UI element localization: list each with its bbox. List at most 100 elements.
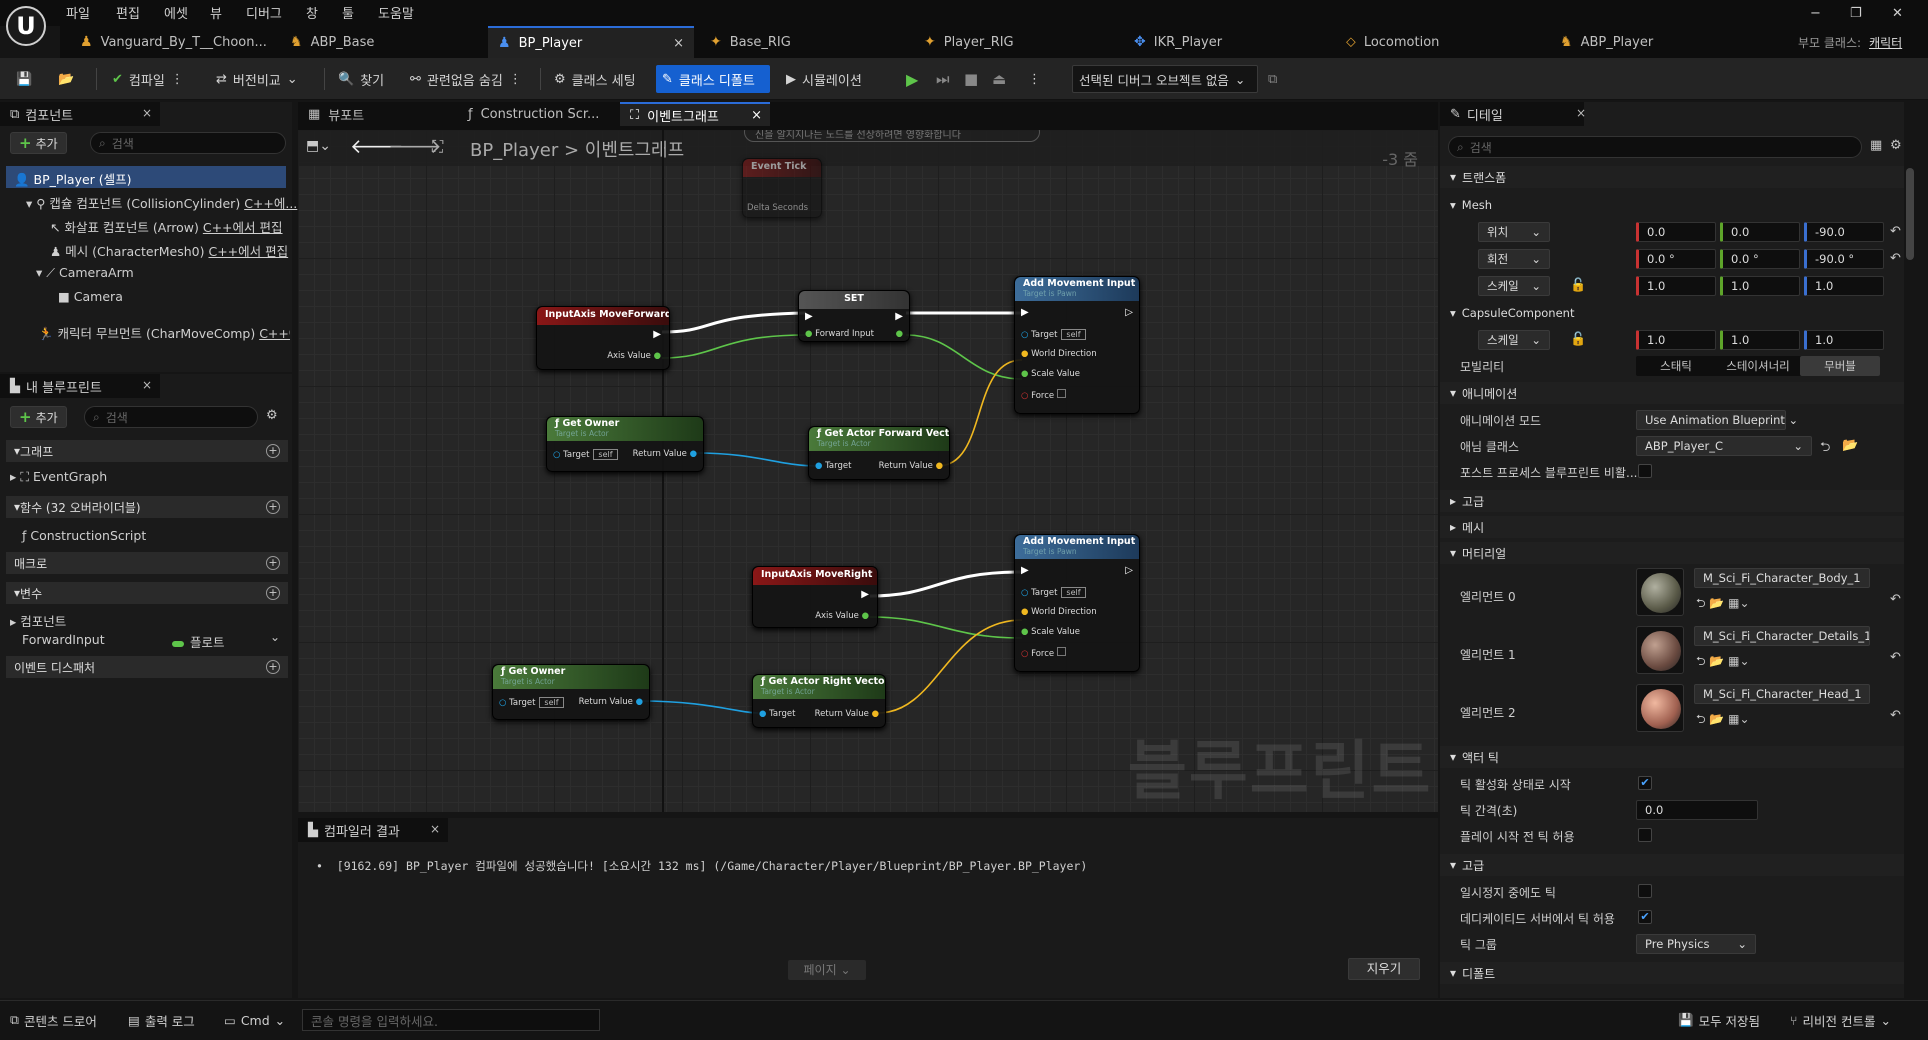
save-all-button[interactable]: 💾 모두 저장됨 xyxy=(1678,1009,1760,1031)
node-get-owner-2[interactable]: ƒ Get Owner Target is Actor ○ Target self … xyxy=(492,664,650,720)
eject-icon[interactable]: ⏏ xyxy=(986,65,1012,93)
close-icon[interactable]: × xyxy=(751,108,762,123)
tab-construction-script[interactable]: ƒ Construction Scr... xyxy=(458,102,618,126)
tick-group-dropdown[interactable]: Pre Physics ⌄ xyxy=(1636,934,1756,954)
add-dispatcher-icon[interactable]: + xyxy=(266,660,280,674)
use-selected-icon[interactable]: ⮌ xyxy=(1820,438,1830,460)
functions-section[interactable]: ▾ 함수 (32 오버라이더블) xyxy=(6,496,288,518)
close-icon[interactable]: × xyxy=(142,106,152,120)
exec-in-pin[interactable]: ▶ xyxy=(1021,307,1029,318)
add-function-icon[interactable]: + xyxy=(266,500,280,514)
mesh-subsection[interactable]: ▾ Mesh xyxy=(1440,194,1904,216)
variable-forward-input[interactable]: ForwardInput xyxy=(22,632,105,647)
lock-icon[interactable]: 🔓 xyxy=(1570,332,1586,347)
details-scrollbar[interactable] xyxy=(1906,168,1914,260)
hide-unrelated-button[interactable]: ⚯ 관련없음 숨김 ⋮ xyxy=(404,65,528,93)
reset-icon[interactable]: ↶ xyxy=(1890,251,1901,266)
pin-return-value[interactable]: Return Value ● xyxy=(815,709,879,719)
anim-class-dropdown[interactable]: ABP_Player_C ⌄ xyxy=(1636,436,1812,456)
variable-type[interactable]: 플로트 xyxy=(172,632,225,651)
tick-paused-checkbox[interactable] xyxy=(1638,884,1652,898)
gear-icon[interactable]: ⚙ xyxy=(266,408,278,423)
pin-target[interactable]: ● Target xyxy=(815,461,851,471)
pin-target[interactable]: ● Target xyxy=(759,709,795,719)
pin-return-value[interactable]: Return Value ● xyxy=(879,461,943,471)
rotation-y[interactable]: 0.0 ° xyxy=(1720,249,1800,269)
component-camera[interactable]: ■ Camera xyxy=(58,289,123,304)
menu-window[interactable]: 창 xyxy=(306,3,318,22)
mobility-stationary[interactable]: 스테이셔너리 xyxy=(1716,356,1800,376)
node-add-movement-input-2[interactable]: Add Movement Input Target is Pawn ▶ ▷ ○ T… xyxy=(1014,534,1140,672)
exec-in-pin[interactable]: ▶ xyxy=(1021,565,1029,576)
pin-axis-value[interactable]: Axis Value ● xyxy=(607,351,661,361)
component-char-movement[interactable]: 🏃 캐릭터 무브먼트 (CharMoveComp) C++에 xyxy=(38,323,290,342)
menu-edit[interactable]: 편집 xyxy=(116,3,140,22)
reset-icon[interactable]: ↶ xyxy=(1890,708,1901,723)
component-capsule[interactable]: ▾ ⚲ 캡슐 컴포넌트 (CollisionCylinder) C++에... xyxy=(26,193,297,212)
debug-object-select[interactable]: 선택된 디버그 오브젝트 없음 ⌄ xyxy=(1072,65,1258,93)
reset-icon[interactable]: ↶ xyxy=(1890,650,1901,665)
chevron-down-icon[interactable]: ⌄ xyxy=(270,630,280,644)
capsule-scale-x[interactable]: 1.0 xyxy=(1636,330,1716,350)
component-camera-arm[interactable]: ▾ ⟋ CameraArm xyxy=(36,265,134,281)
component-self[interactable]: 👤 BP_Player (셀프) xyxy=(14,169,132,188)
restore-button[interactable]: ❐ xyxy=(1850,6,1862,21)
actor-tick-section[interactable]: ▾ 액터 틱 xyxy=(1440,746,1904,768)
save-icon[interactable]: 💾 xyxy=(10,65,38,93)
pin-target[interactable]: ○ Target self xyxy=(499,697,564,708)
menu-file[interactable]: 파일 xyxy=(66,3,90,22)
element-0-dropdown[interactable]: M_Sci_Fi_Character_Body_1 xyxy=(1694,568,1870,588)
element-1-dropdown[interactable]: M_Sci_Fi_Character_Details_1 xyxy=(1694,626,1870,646)
exec-out-pin[interactable]: ▶ xyxy=(895,311,903,322)
play-icon[interactable]: ▶ xyxy=(900,65,924,93)
material-thumbnail-1[interactable] xyxy=(1636,626,1684,674)
construction-script-item[interactable]: ƒ ConstructionScript xyxy=(22,528,146,543)
exec-out-pin[interactable]: ▷ xyxy=(1125,565,1133,576)
scale-y[interactable]: 1.0 xyxy=(1720,276,1800,296)
node-get-actor-right-vector[interactable]: ƒ Get Actor Right Vector Target is Actor … xyxy=(752,674,886,728)
clear-button[interactable]: 지우기 xyxy=(1348,958,1420,980)
revision-control-button[interactable]: ⑂ 리비전 컨트롤 ⌄ xyxy=(1790,1009,1891,1031)
advanced-tick-section[interactable]: ▾ 고급 xyxy=(1440,854,1904,876)
node-get-owner-1[interactable]: ƒ Get Owner Target is Actor ○ Target self … xyxy=(546,416,704,472)
force-checkbox[interactable] xyxy=(1056,389,1066,398)
exec-out-pin[interactable]: ▶ xyxy=(653,329,661,340)
node-event-tick[interactable]: Event Tick Delta Seconds xyxy=(742,158,822,218)
menu-debug[interactable]: 디버그 xyxy=(246,3,282,22)
pin-target[interactable]: ○ Target self xyxy=(1021,587,1086,598)
play-options-icon[interactable]: ⋮ xyxy=(1022,65,1047,93)
mobility-static[interactable]: 스태틱 xyxy=(1636,356,1716,376)
simulation-button[interactable]: ▶ 시뮬레이션 xyxy=(780,65,868,93)
pin-scale-value[interactable]: ● Scale Value xyxy=(1021,627,1080,637)
post-process-checkbox[interactable] xyxy=(1638,464,1652,478)
content-drawer-button[interactable]: ⧉ 콘텐츠 드로어 xyxy=(10,1009,97,1031)
location-y[interactable]: 0.0 xyxy=(1720,222,1800,242)
my-blueprint-tab[interactable]: ▙ 내 블루프린트 xyxy=(0,374,160,398)
parent-class-link[interactable]: 캐릭터 xyxy=(1869,34,1902,51)
stop-icon[interactable]: ■ xyxy=(958,65,984,93)
start-tick-checkbox[interactable]: ✔ xyxy=(1638,776,1652,790)
transform-section[interactable]: ▾ 트랜스폼 xyxy=(1440,166,1904,188)
material-thumbnail-2[interactable] xyxy=(1636,684,1684,732)
debug-browse-icon[interactable]: ⧉ xyxy=(1262,65,1283,93)
gear-icon[interactable]: ⚙ xyxy=(1890,138,1902,153)
close-window-button[interactable]: ✕ xyxy=(1892,6,1903,21)
pin-forward-input[interactable]: ● Forward Input xyxy=(805,329,874,339)
components-category[interactable]: ▸ 컴포넌트 xyxy=(10,611,66,630)
close-icon[interactable]: × xyxy=(430,822,440,836)
event-dispatchers-section[interactable]: 이벤트 디스패처 xyxy=(6,656,288,678)
add-graph-icon[interactable]: + xyxy=(266,444,280,458)
cmd-dropdown[interactable]: ▭ Cmd ⌄ xyxy=(224,1009,285,1031)
element-2-dropdown[interactable]: M_Sci_Fi_Character_Head_1 xyxy=(1694,684,1870,704)
exec-out-pin[interactable]: ▷ xyxy=(1125,307,1133,318)
node-input-axis-move-forward[interactable]: InputAxis MoveForward ▶ Axis Value ● xyxy=(536,306,670,370)
material-tools-icon[interactable]: ⮌ 📂 ▦⌄ xyxy=(1696,594,1750,615)
pin-axis-value[interactable]: Axis Value ● xyxy=(815,611,869,621)
diff-button[interactable]: ⇄ 버전비교 ⌄ xyxy=(210,65,304,93)
node-set[interactable]: SET ▶ ▶ ● Forward Input ● xyxy=(798,290,910,342)
lock-icon[interactable]: 🔓 xyxy=(1570,278,1586,293)
pin-target[interactable]: ○ Target self xyxy=(553,449,618,460)
tab-locomotion[interactable]: ⬦ Locomotion xyxy=(1336,26,1546,58)
add-blueprint-item-button[interactable]: + 추가 xyxy=(10,406,67,428)
graph-section[interactable]: ▾ 그래프 xyxy=(6,440,288,462)
